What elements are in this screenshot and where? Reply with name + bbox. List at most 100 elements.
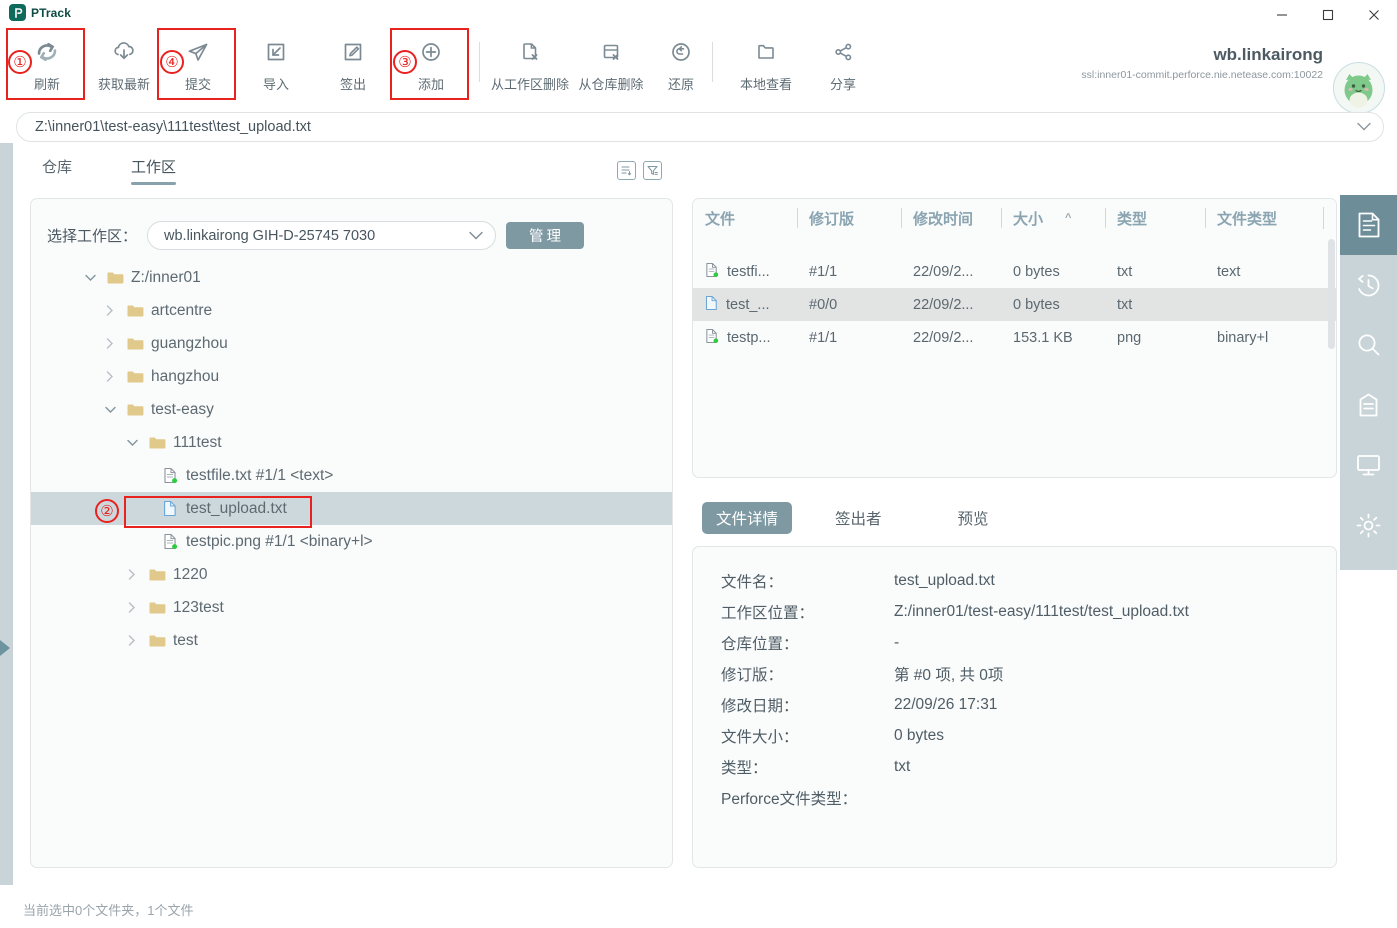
tree-node-test[interactable]: test: [31, 624, 672, 657]
tab-workspace[interactable]: 工作区: [131, 156, 177, 185]
file-synced-icon: [705, 262, 719, 282]
rail-item-history[interactable]: [1340, 255, 1397, 315]
toolbar-button-checkout[interactable]: 签出: [316, 26, 390, 98]
toolbar-button-import[interactable]: 导入: [239, 26, 313, 98]
main-toolbar: 刷新 获取最新 提交 导入 签出 添加 从工作区删除 从仓库删除 还原 本地查看…: [0, 26, 1397, 114]
table-row[interactable]: testfi... #1/1 22/09/2... 0 bytes txt te…: [693, 255, 1336, 288]
cell-type: png: [1117, 329, 1142, 346]
cell-file: testfi...: [693, 255, 797, 288]
chevron-right-icon[interactable]: [123, 602, 141, 613]
detail-row-depot-path: 仓库位置： -: [721, 627, 1336, 658]
vertical-scrollbar[interactable]: [1328, 239, 1335, 349]
tree-node-label: test_upload.txt: [186, 499, 287, 517]
tree-node-label: 111test: [173, 433, 222, 451]
file-remove-icon: [515, 35, 545, 69]
chevron-right-icon[interactable]: [123, 635, 141, 646]
column-header-size[interactable]: 大小 ^: [1001, 199, 1105, 237]
cell-revision: #1/1: [809, 263, 838, 280]
rail-item-archive[interactable]: [1340, 375, 1397, 435]
tree-node-hangzhou[interactable]: hangzhou: [31, 360, 672, 393]
toolbar-button-refresh[interactable]: 刷新: [10, 26, 84, 98]
rail-item-monitor[interactable]: [1340, 435, 1397, 495]
cell-modified-time: 22/09/2...: [913, 263, 974, 280]
column-header-file[interactable]: 文件: [693, 199, 797, 237]
workspace-select[interactable]: wb.linkairong GIH-D-25745 7030: [147, 221, 497, 250]
checkout-pencil-icon: [338, 35, 368, 69]
chevron-down-icon[interactable]: [1357, 120, 1371, 134]
manage-workspace-button[interactable]: 管理: [506, 222, 585, 249]
tree-node-guangzhou[interactable]: guangzhou: [31, 327, 672, 360]
cell-filetype: [1205, 288, 1325, 321]
folder-icon: [148, 634, 166, 648]
folder-icon: [126, 403, 144, 417]
path-bar[interactable]: Z:\inner01\test-easy\111test\test_upload…: [16, 112, 1384, 142]
tree-node-test-easy[interactable]: test-easy: [31, 393, 672, 426]
archive-remove-icon: [596, 35, 626, 69]
tree-node-inner01[interactable]: Z:/inner01: [31, 261, 672, 294]
cell-type: txt: [1117, 296, 1133, 313]
toolbar-label: 从仓库删除: [578, 77, 644, 92]
table-row[interactable]: test_... #0/0 22/09/2... 0 bytes txt: [693, 288, 1336, 321]
toolbar-button-share[interactable]: 分享: [806, 26, 880, 98]
toolbar-button-get-latest[interactable]: 获取最新: [87, 26, 161, 98]
toolbar-button-remove-from-workspace[interactable]: 从工作区删除: [484, 26, 576, 98]
tree-node-test-upload-txt[interactable]: test_upload.txt: [31, 492, 672, 525]
ptrack-window: PTrack 刷新 获取最新 提交 导入 签出 添加 从工作区删除 从仓库删除 …: [0, 0, 1397, 928]
column-header-revision[interactable]: 修订版: [797, 199, 901, 237]
workspace-tree-panel: 选择工作区： wb.linkairong GIH-D-25745 7030 管理…: [30, 198, 673, 868]
toolbar-button-add[interactable]: 添加: [394, 26, 468, 98]
tree-node-label: Z:/inner01: [131, 268, 201, 286]
sort-list-icon[interactable]: [617, 161, 636, 180]
tree-node-testfile-txt[interactable]: testfile.txt #1/1 <text>: [31, 459, 672, 492]
column-header-type[interactable]: 类型: [1105, 199, 1205, 237]
tree-node-testpic-png[interactable]: testpic.png #1/1 <binary+l>: [31, 525, 672, 558]
file-list-header: 文件 修订版 修改时间 大小 ^ 类型 文件类型: [693, 199, 1336, 237]
import-icon: [261, 35, 291, 69]
rail-item-search[interactable]: [1340, 315, 1397, 375]
chevron-down-icon[interactable]: [101, 406, 119, 414]
tree-node-1220[interactable]: 1220: [31, 558, 672, 591]
tab-checked-out-by[interactable]: 签出者: [821, 502, 896, 534]
document-icon: [1356, 211, 1382, 239]
tab-depot[interactable]: 仓库: [42, 156, 72, 185]
toolbar-button-revert[interactable]: 还原: [644, 26, 718, 98]
chevron-right-icon[interactable]: [101, 305, 119, 316]
detail-key: 文件名：: [721, 573, 784, 591]
filter-icon[interactable]: [643, 161, 662, 180]
user-name: wb.linkairong: [1213, 45, 1323, 64]
chevron-right-icon[interactable]: [123, 569, 141, 580]
detail-value: -: [894, 633, 900, 651]
revert-icon: [666, 35, 696, 69]
expand-arrow-icon[interactable]: [0, 635, 13, 661]
chevron-down-icon[interactable]: [123, 439, 141, 447]
toolbar-button-open-local[interactable]: 本地查看: [729, 26, 803, 98]
detail-value: 第 #0 项, 共 0项: [894, 666, 1004, 684]
chevron-down-icon[interactable]: [81, 274, 99, 282]
status-bar: 当前选中0个文件夹，1个文件: [0, 886, 1397, 928]
folder-icon: [148, 568, 166, 582]
rail-item-document[interactable]: [1340, 195, 1397, 255]
workspace-select-value: wb.linkairong GIH-D-25745 7030: [164, 227, 376, 244]
rail-item-settings[interactable]: [1340, 495, 1397, 555]
chevron-right-icon[interactable]: [101, 371, 119, 382]
tree-node-label: 1220: [173, 565, 208, 583]
tab-file-details[interactable]: 文件详情: [702, 502, 793, 534]
cell-file: test_...: [693, 288, 797, 321]
chevron-right-icon[interactable]: [101, 338, 119, 349]
toolbar-label: 签出: [339, 77, 366, 92]
tree-node-111test[interactable]: 111test: [31, 426, 672, 459]
table-row[interactable]: testp... #1/1 22/09/2... 153.1 KB png bi…: [693, 321, 1336, 354]
column-header-modified-time[interactable]: 修改时间: [901, 199, 1001, 237]
tab-preview[interactable]: 预览: [944, 502, 1003, 534]
tree-node-artcentre[interactable]: artcentre: [31, 294, 672, 327]
toolbar-separator: [479, 42, 480, 82]
toolbar-button-submit[interactable]: 提交: [161, 26, 235, 98]
tree-node-123test[interactable]: 123test: [31, 591, 672, 624]
toolbar-label: 分享: [829, 77, 856, 92]
toolbar-label: 导入: [262, 77, 289, 92]
left-collapse-strip[interactable]: [0, 143, 13, 885]
cell-type: txt: [1117, 263, 1133, 280]
avatar[interactable]: [1333, 62, 1385, 114]
column-header-filetype[interactable]: 文件类型: [1205, 199, 1325, 237]
paper-plane-icon: [183, 35, 213, 69]
